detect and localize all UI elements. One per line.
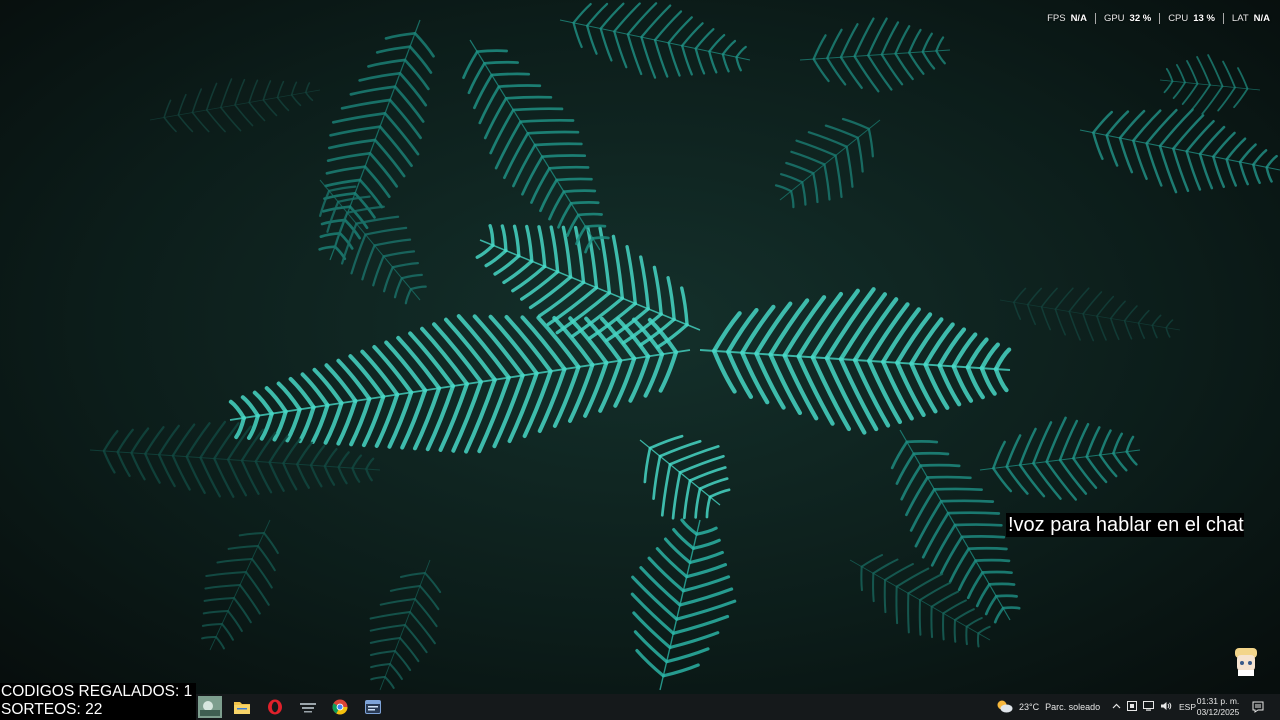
fps-value: N/A [1070, 12, 1087, 24]
fern-leaflet [930, 605, 934, 639]
cpu-value: 13 % [1193, 12, 1215, 24]
fern-leaflet [548, 165, 590, 170]
fern-leaflet [905, 440, 939, 444]
volume-icon[interactable] [1160, 701, 1172, 713]
fern-leaflet [895, 585, 899, 625]
fern-leaflet [946, 511, 1001, 515]
stream-counter-overlay: CODIGOS REGALADOS: 1 SORTEOS: 22 [0, 683, 196, 720]
fern-leaflet [994, 594, 1018, 598]
partly-sunny-icon [996, 699, 1013, 715]
fern-leaflet [511, 107, 564, 112]
fps-metric: FPS N/A [1039, 12, 1096, 24]
fern-leaflet [939, 499, 995, 503]
latency-value: N/A [1253, 12, 1270, 24]
gpu-label: GPU [1103, 12, 1125, 24]
fern-leaflet [988, 582, 1016, 586]
app-window-icon[interactable] [362, 696, 384, 718]
security-icon[interactable] [1127, 701, 1137, 713]
network-icon[interactable] [1143, 701, 1154, 713]
fps-label: FPS [1047, 12, 1066, 24]
chrome-icon[interactable] [329, 696, 351, 718]
weather-temperature: 23°C [1019, 702, 1040, 712]
fern-leaflet [1001, 606, 1021, 610]
codes-counter: CODIGOS REGALADOS: 1 [1, 683, 193, 700]
fern-leaflet [883, 578, 887, 614]
performance-overlay: FPS N/A GPU 32 % CPU 13 % LAT N/A [1039, 9, 1270, 27]
gpu-value: 32 % [1129, 12, 1152, 24]
anime-sticker-icon [1235, 648, 1257, 676]
clock-date: 03/12/2025 [1196, 707, 1240, 717]
fern-leaflet [540, 154, 587, 159]
language-indicator[interactable]: ESP [1179, 694, 1196, 720]
chevron-up-icon[interactable] [1112, 702, 1121, 713]
cpu-metric: CPU 13 % [1160, 12, 1224, 24]
weather-condition: Parc. soleado [1045, 702, 1101, 712]
clock[interactable]: 01:31 p. m. 03/12/2025 [1196, 694, 1240, 720]
fern-leaflet [555, 177, 593, 182]
fern-leaflet [519, 118, 575, 124]
fern-leaflet [497, 84, 542, 89]
fern-leaflet [960, 535, 1006, 539]
fern-leaflet [504, 95, 553, 100]
launcher-icon[interactable] [297, 696, 319, 718]
fern-leaflet [569, 201, 600, 205]
fern-leaflet [907, 592, 910, 634]
fern-leaflet [912, 451, 950, 456]
fern-leaflet [918, 598, 922, 636]
fern-leaflet [953, 523, 1003, 527]
notification-icon[interactable] [1252, 694, 1264, 720]
fern-leaflet [953, 618, 957, 643]
fern-leaflet [475, 49, 508, 54]
fern-leaflet [562, 189, 597, 194]
latency-metric: LAT N/A [1224, 13, 1270, 24]
fern-leaflet [872, 572, 875, 603]
fern-leaflet [483, 60, 520, 65]
desktop-wallpaper [0, 0, 1280, 720]
fern-leaflet [576, 212, 603, 217]
fern-leaflet [526, 130, 580, 135]
fern-leaflet [933, 487, 983, 492]
fern-leaflet [591, 236, 610, 240]
fern-leaflet [942, 612, 945, 641]
fern-leaflet [981, 570, 1013, 575]
cpu-label: CPU [1168, 12, 1189, 24]
fern-leaflet [967, 546, 1008, 551]
opera-icon[interactable] [264, 696, 286, 718]
clock-time: 01:31 p. m. [1196, 696, 1240, 706]
fern-leaflet [533, 142, 583, 147]
fern-leaflet [919, 463, 961, 468]
fern-leaflet [490, 72, 531, 77]
fern-leaflet [926, 475, 972, 480]
gpu-metric: GPU 32 % [1096, 12, 1161, 24]
app-thumbnail-icon[interactable] [197, 696, 223, 718]
fern-leaflet [584, 224, 607, 229]
fern-leaflet [965, 625, 968, 646]
file-explorer-icon[interactable] [231, 696, 253, 718]
latency-label: LAT [1231, 12, 1249, 24]
fern-leaflet [974, 558, 1011, 563]
chat-command-caption: !voz para hablar en el chat [1006, 513, 1244, 537]
fern-leaflet [860, 565, 863, 592]
system-tray [1112, 694, 1172, 720]
weather-widget[interactable]: 23°C Parc. soleado [996, 694, 1100, 720]
fern-leaflet [976, 632, 980, 648]
raffles-counter: SORTEOS: 22 [1, 701, 103, 718]
